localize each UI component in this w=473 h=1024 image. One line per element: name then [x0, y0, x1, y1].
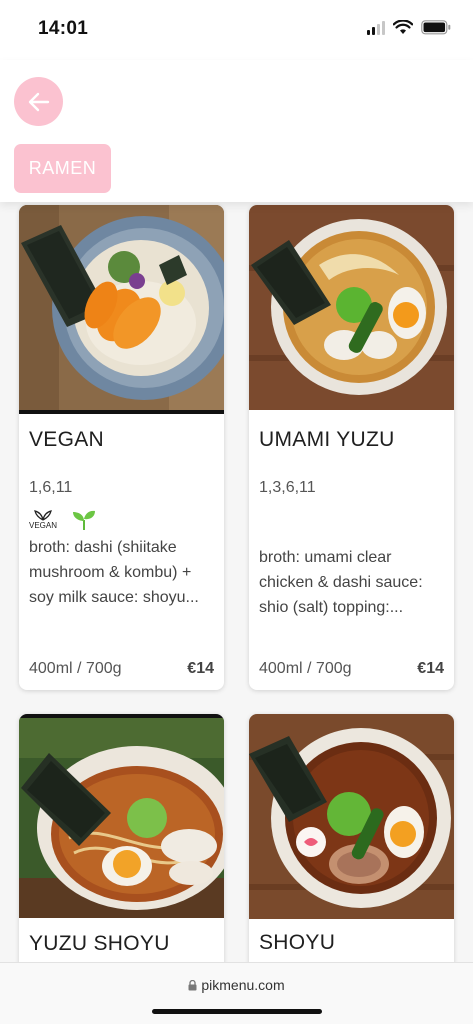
menu-item-title: UMAMI YUZU	[259, 428, 395, 451]
image-divider	[19, 410, 224, 414]
browser-bar: pikmenu.com	[0, 962, 473, 1024]
yuzu-shoyu-ramen-photo	[19, 718, 224, 918]
menu-item-footer: 400ml / 700g €14	[29, 660, 214, 678]
menu-item-card[interactable]: YUZU SHOYU	[19, 714, 224, 962]
menu-item-title: YUZU SHOYU	[29, 932, 170, 955]
menu-item-allergens: 1,3,6,11	[259, 479, 316, 496]
url-text: pikmenu.com	[201, 977, 285, 993]
vegan-ramen-photo	[19, 205, 224, 410]
status-bar: 14:01	[0, 0, 473, 60]
shoyu-ramen-photo	[249, 714, 454, 919]
category-chip-ramen[interactable]: RAMEN	[14, 144, 111, 193]
menu-item-description: broth: umami clear chicken & dashi sauce…	[259, 549, 423, 616]
url-bar[interactable]: pikmenu.com	[0, 977, 473, 993]
menu-item-title: SHOYU	[259, 931, 336, 954]
menu-item-card[interactable]: SHOYU	[249, 714, 454, 962]
menu-item-card[interactable]: UMAMI YUZU 1,3,6,11 broth: umami clear c…	[249, 205, 454, 690]
menu-header: RAMEN	[0, 60, 473, 202]
battery-icon	[421, 20, 451, 35]
back-button[interactable]	[14, 77, 63, 126]
cellular-signal-icon	[367, 20, 385, 35]
arrow-left-icon	[28, 92, 49, 111]
status-time: 14:01	[38, 18, 89, 39]
menu-item-allergens: 1,6,11	[29, 479, 73, 496]
wifi-icon	[393, 20, 413, 34]
menu-item-size: 400ml / 700g	[29, 660, 122, 677]
menu-item-price: €14	[187, 660, 214, 677]
menu-item-footer: 400ml / 700g €14	[259, 660, 444, 678]
lock-icon	[188, 979, 197, 991]
menu-item-grid: VEGAN 1,6,11 VEGAN broth: dashi (shiitak…	[0, 202, 473, 962]
umami-yuzu-ramen-photo	[249, 205, 454, 410]
vegan-badge-icon: VEGAN	[29, 510, 57, 530]
vegan-badge-label: VEGAN	[29, 521, 58, 530]
menu-item-description: broth: dashi (shiitake mushroom & kombu)…	[29, 539, 199, 606]
diet-badges	[259, 505, 444, 535]
menu-item-size: 400ml / 700g	[259, 660, 352, 677]
diet-badges: VEGAN	[29, 505, 214, 535]
menu-item-card[interactable]: VEGAN 1,6,11 VEGAN broth: dashi (shiitak…	[19, 205, 224, 690]
sprout-icon	[73, 510, 96, 530]
menu-item-price: €14	[417, 660, 444, 677]
home-indicator[interactable]	[152, 1009, 322, 1014]
status-icons	[367, 20, 451, 35]
menu-item-title: VEGAN	[29, 428, 105, 451]
